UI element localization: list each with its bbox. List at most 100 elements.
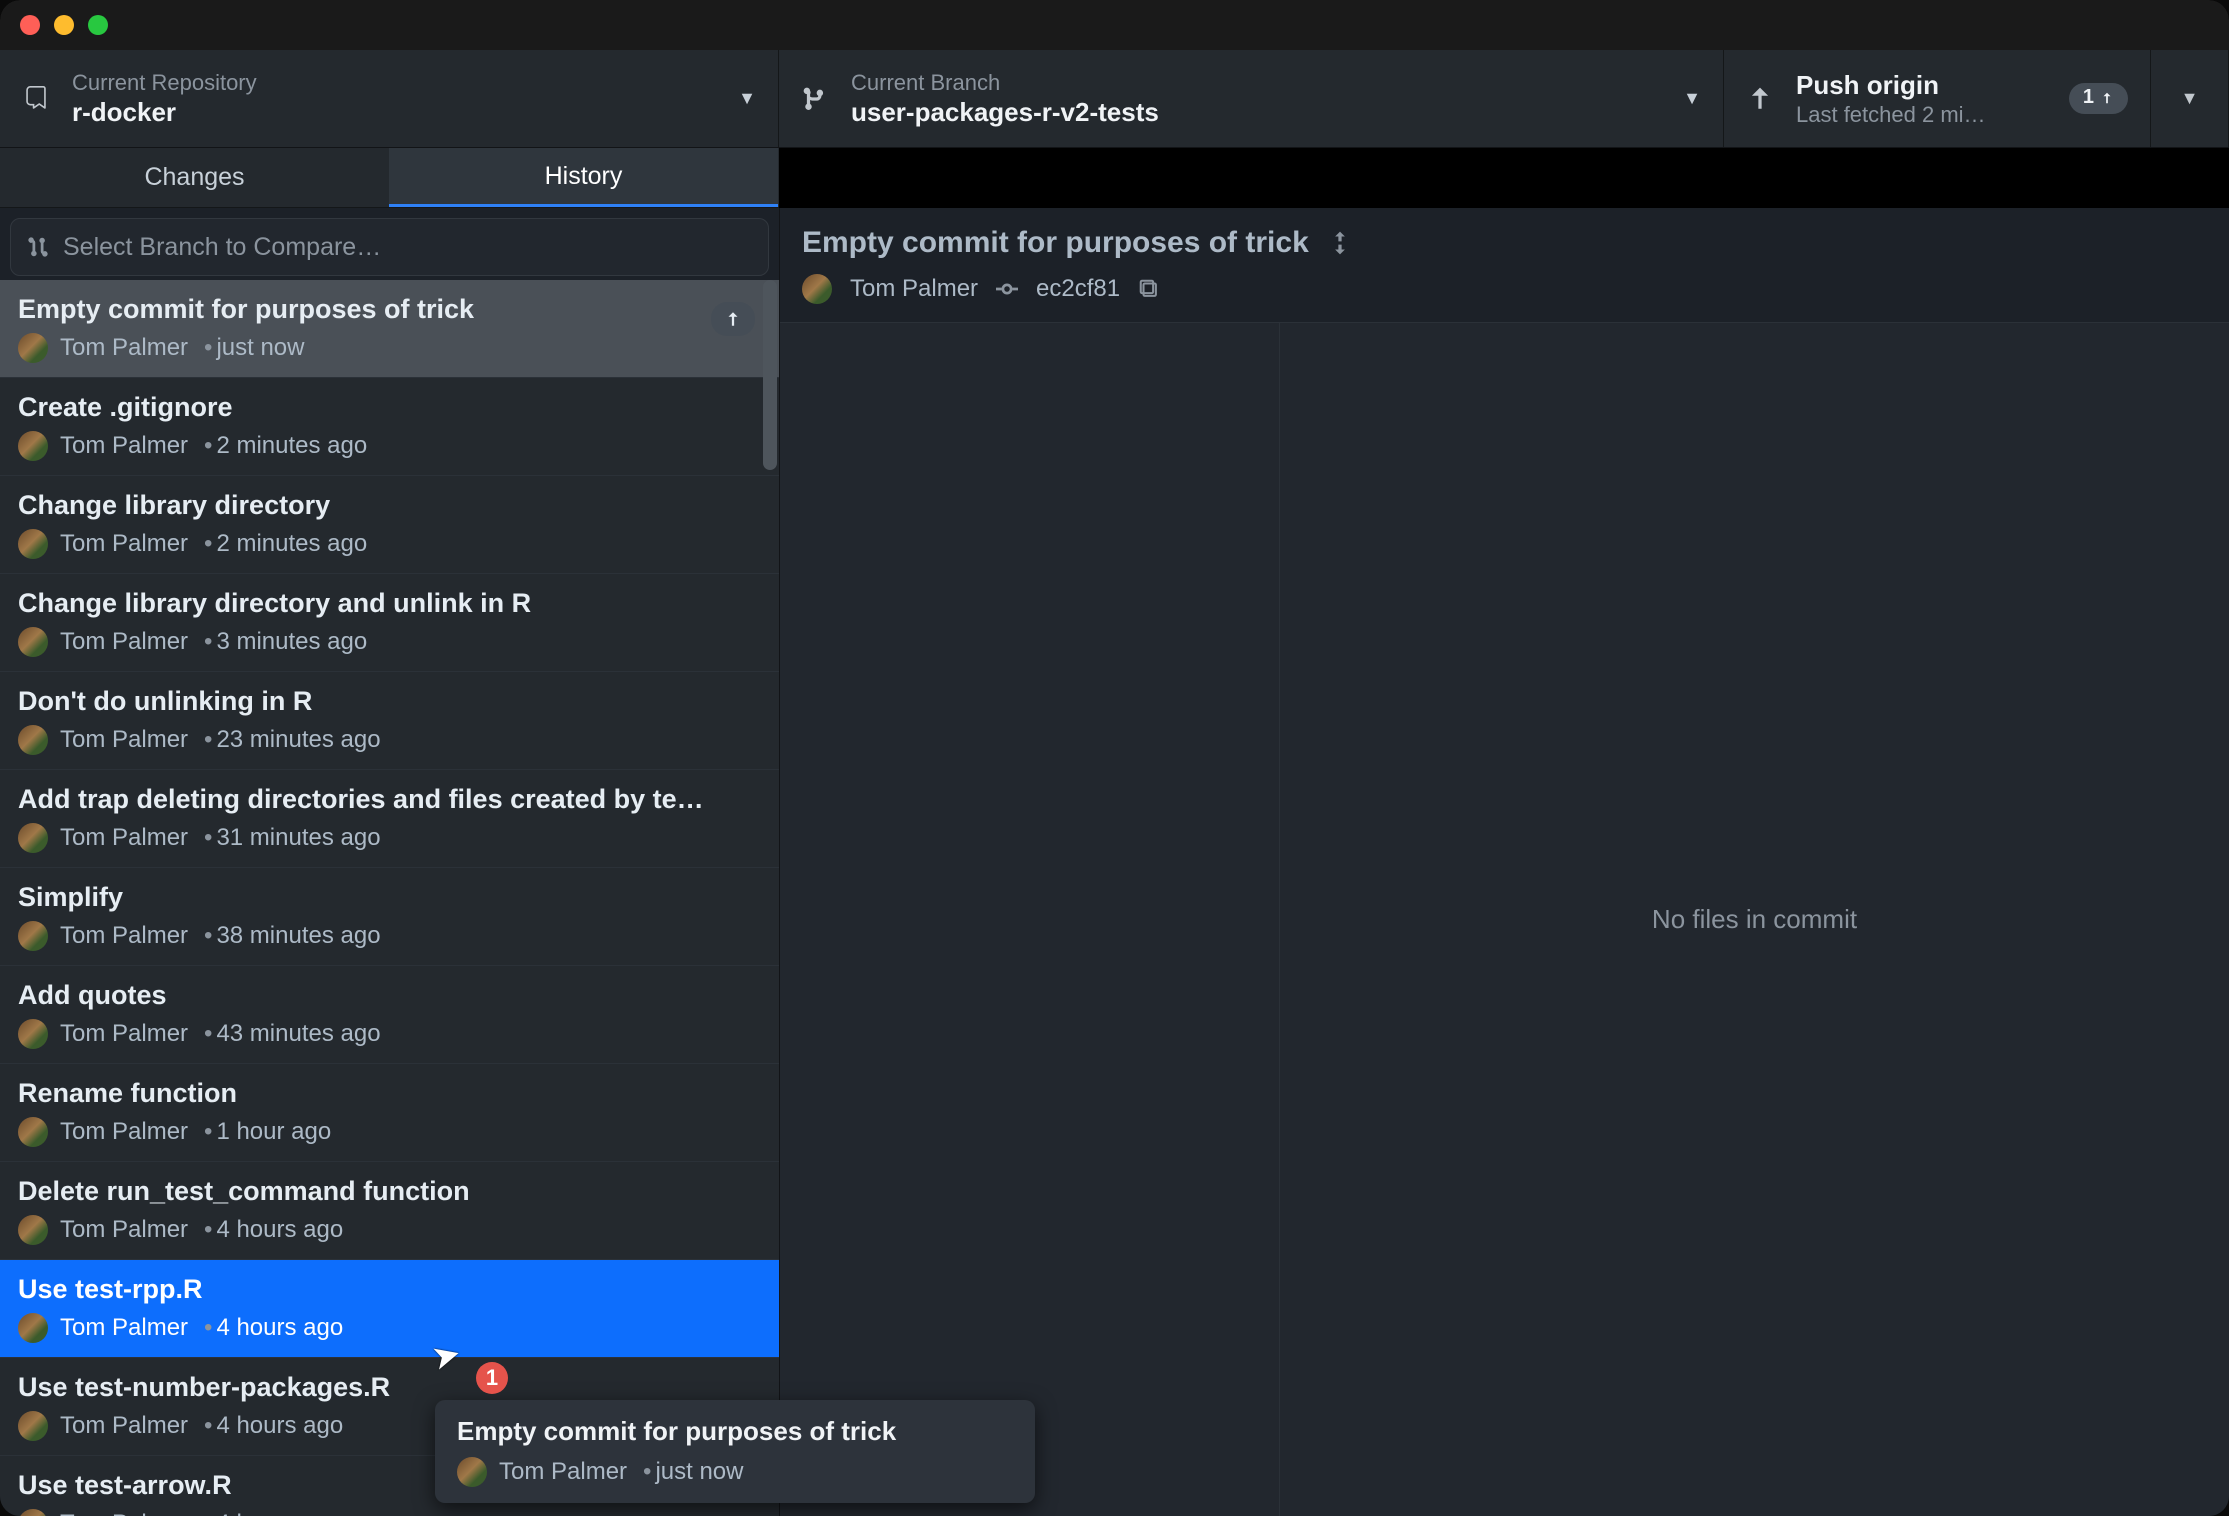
scrollbar-thumb[interactable]	[763, 280, 777, 470]
chevron-down-icon: ▼	[2181, 88, 2199, 109]
branch-selector[interactable]: Current Branch user-packages-r-v2-tests …	[779, 50, 1724, 147]
commit-row[interactable]: Change library directory Tom Palmer2 minu…	[0, 476, 779, 574]
commit-author: Tom Palmer	[60, 922, 188, 950]
commit-time: 4 hours ago	[200, 1314, 343, 1342]
repo-name: r-docker	[72, 96, 257, 129]
history-sidebar: Select Branch to Compare… Empty commit f…	[0, 208, 779, 1516]
compare-branch-selector[interactable]: Select Branch to Compare…	[10, 218, 769, 276]
commit-time: 3 minutes ago	[200, 628, 367, 656]
push-dropdown-button[interactable]: ▼	[2151, 50, 2229, 147]
branch-label: Current Branch	[851, 69, 1159, 97]
drag-commit-tooltip: Empty commit for purposes of trick Tom P…	[435, 1400, 1035, 1503]
commit-detail-author: Tom Palmer	[850, 275, 978, 303]
commit-title: Don't do unlinking in R	[18, 686, 708, 717]
window-titlebar	[0, 0, 2229, 50]
commit-meta: Tom Palmer2 minutes ago	[18, 529, 761, 559]
commit-meta: Tom Palmerjust now	[18, 333, 761, 363]
unpushed-indicator-icon	[711, 302, 755, 336]
commit-title: Use test-number-packages.R	[18, 1372, 708, 1403]
zoom-window-button[interactable]	[88, 15, 108, 35]
avatar	[18, 627, 48, 657]
tooltip-title: Empty commit for purposes of trick	[457, 1416, 1013, 1447]
commit-title: Rename function	[18, 1078, 708, 1109]
avatar	[18, 921, 48, 951]
commit-meta: Tom Palmer38 minutes ago	[18, 921, 761, 951]
commit-author: Tom Palmer	[60, 726, 188, 754]
copy-sha-button[interactable]	[1138, 278, 1160, 300]
commit-title: Change library directory and unlink in R	[18, 588, 708, 619]
minimize-window-button[interactable]	[54, 15, 74, 35]
commit-row[interactable]: Add trap deleting directories and files …	[0, 770, 779, 868]
commit-title: Simplify	[18, 882, 708, 913]
commit-title: Change library directory	[18, 490, 708, 521]
avatar	[18, 1411, 48, 1441]
branch-name: user-packages-r-v2-tests	[851, 96, 1159, 129]
unpushed-count-badge: 1	[2069, 83, 2128, 114]
commit-row[interactable]: Create .gitignore Tom Palmer2 minutes ago	[0, 378, 779, 476]
commit-title: Add trap deleting directories and files …	[18, 784, 708, 815]
commit-meta: Tom Palmer4 hours ago	[18, 1509, 761, 1516]
tooltip-time: just now	[639, 1458, 743, 1486]
push-origin-button[interactable]: Push origin Last fetched 2 mi… 1	[1724, 50, 2151, 147]
commit-meta: Tom Palmer 4 hours ago	[18, 1215, 761, 1245]
commit-row[interactable]: Don't do unlinking in RTom Palmer23 minu…	[0, 672, 779, 770]
commit-author: Tom Palmer	[60, 1020, 188, 1048]
commit-meta: Tom Palmer43 minutes ago	[18, 1019, 761, 1049]
tab-history[interactable]: History	[389, 148, 778, 207]
commit-author: Tom Palmer	[60, 1510, 188, 1516]
commit-title: Add quotes	[18, 980, 708, 1011]
commit-meta: Tom Palmer2 minutes ago	[18, 431, 761, 461]
commit-author: Tom Palmer	[60, 1216, 188, 1244]
commit-author: Tom Palmer	[60, 824, 188, 852]
commit-meta: Tom Palmer 3 minutes ago	[18, 627, 761, 657]
avatar	[457, 1457, 487, 1487]
repository-selector[interactable]: Current Repository r-docker ▼	[0, 50, 779, 147]
commit-detail-panel: Empty commit for purposes of trick Tom P…	[779, 208, 2229, 1516]
commit-row[interactable]: Rename function Tom Palmer 1 hour ago	[0, 1064, 779, 1162]
fetch-label: Last fetched 2 mi…	[1796, 101, 1986, 129]
commit-author: Tom Palmer	[60, 628, 188, 656]
diff-placeholder: No files in commit	[1280, 323, 2229, 1516]
avatar	[18, 1215, 48, 1245]
commit-author: Tom Palmer	[60, 530, 188, 558]
commit-row[interactable]: Change library directory and unlink in R…	[0, 574, 779, 672]
commit-time: just now	[200, 334, 304, 362]
commit-sha-icon	[996, 278, 1018, 300]
commit-author: Tom Palmer	[60, 432, 188, 460]
commit-row[interactable]: Use test-rpp.RTom Palmer4 hours ago	[0, 1260, 779, 1358]
close-window-button[interactable]	[20, 15, 40, 35]
git-compare-icon	[27, 236, 49, 258]
commit-row[interactable]: Add quotes Tom Palmer43 minutes ago	[0, 966, 779, 1064]
avatar	[18, 431, 48, 461]
commit-row[interactable]: Delete run_test_command functionTom Palm…	[0, 1162, 779, 1260]
commit-row[interactable]: Empty commit for purposes of trick Tom Pa…	[0, 280, 779, 378]
tooltip-author: Tom Palmer	[499, 1458, 627, 1486]
commit-author: Tom Palmer	[60, 1118, 188, 1146]
avatar	[18, 1019, 48, 1049]
push-label: Push origin	[1796, 69, 1986, 102]
commit-row[interactable]: Simplify Tom Palmer38 minutes ago	[0, 868, 779, 966]
commit-meta: Tom Palmer 1 hour ago	[18, 1117, 761, 1147]
commit-detail-title: Empty commit for purposes of trick	[802, 226, 1309, 260]
app-toolbar: Current Repository r-docker ▼ Current Br…	[0, 50, 2229, 148]
avatar	[18, 1313, 48, 1343]
avatar	[18, 725, 48, 755]
repo-label: Current Repository	[72, 69, 257, 97]
commit-meta: Tom Palmer31 minutes ago	[18, 823, 761, 853]
commit-list[interactable]: Empty commit for purposes of trick Tom Pa…	[0, 280, 779, 1516]
changed-files-list[interactable]	[780, 323, 1280, 1516]
tab-changes[interactable]: Changes	[0, 148, 389, 207]
avatar	[18, 1509, 48, 1516]
commit-meta: Tom Palmer4 hours ago	[18, 1313, 761, 1343]
commit-title: Empty commit for purposes of trick	[18, 294, 708, 325]
commit-time: 4 hours ago	[200, 1216, 343, 1244]
chevron-down-icon: ▼	[1683, 88, 1701, 109]
commit-title: Create .gitignore	[18, 392, 708, 423]
commit-time: 1 hour ago	[200, 1118, 331, 1146]
repo-icon	[22, 85, 50, 113]
commit-author: Tom Palmer	[60, 1412, 188, 1440]
commit-time: 4 hours ago	[200, 1412, 343, 1440]
chevron-down-icon: ▼	[738, 88, 756, 109]
push-up-arrow-icon	[1746, 85, 1774, 113]
expand-icon[interactable]	[1327, 230, 1353, 256]
